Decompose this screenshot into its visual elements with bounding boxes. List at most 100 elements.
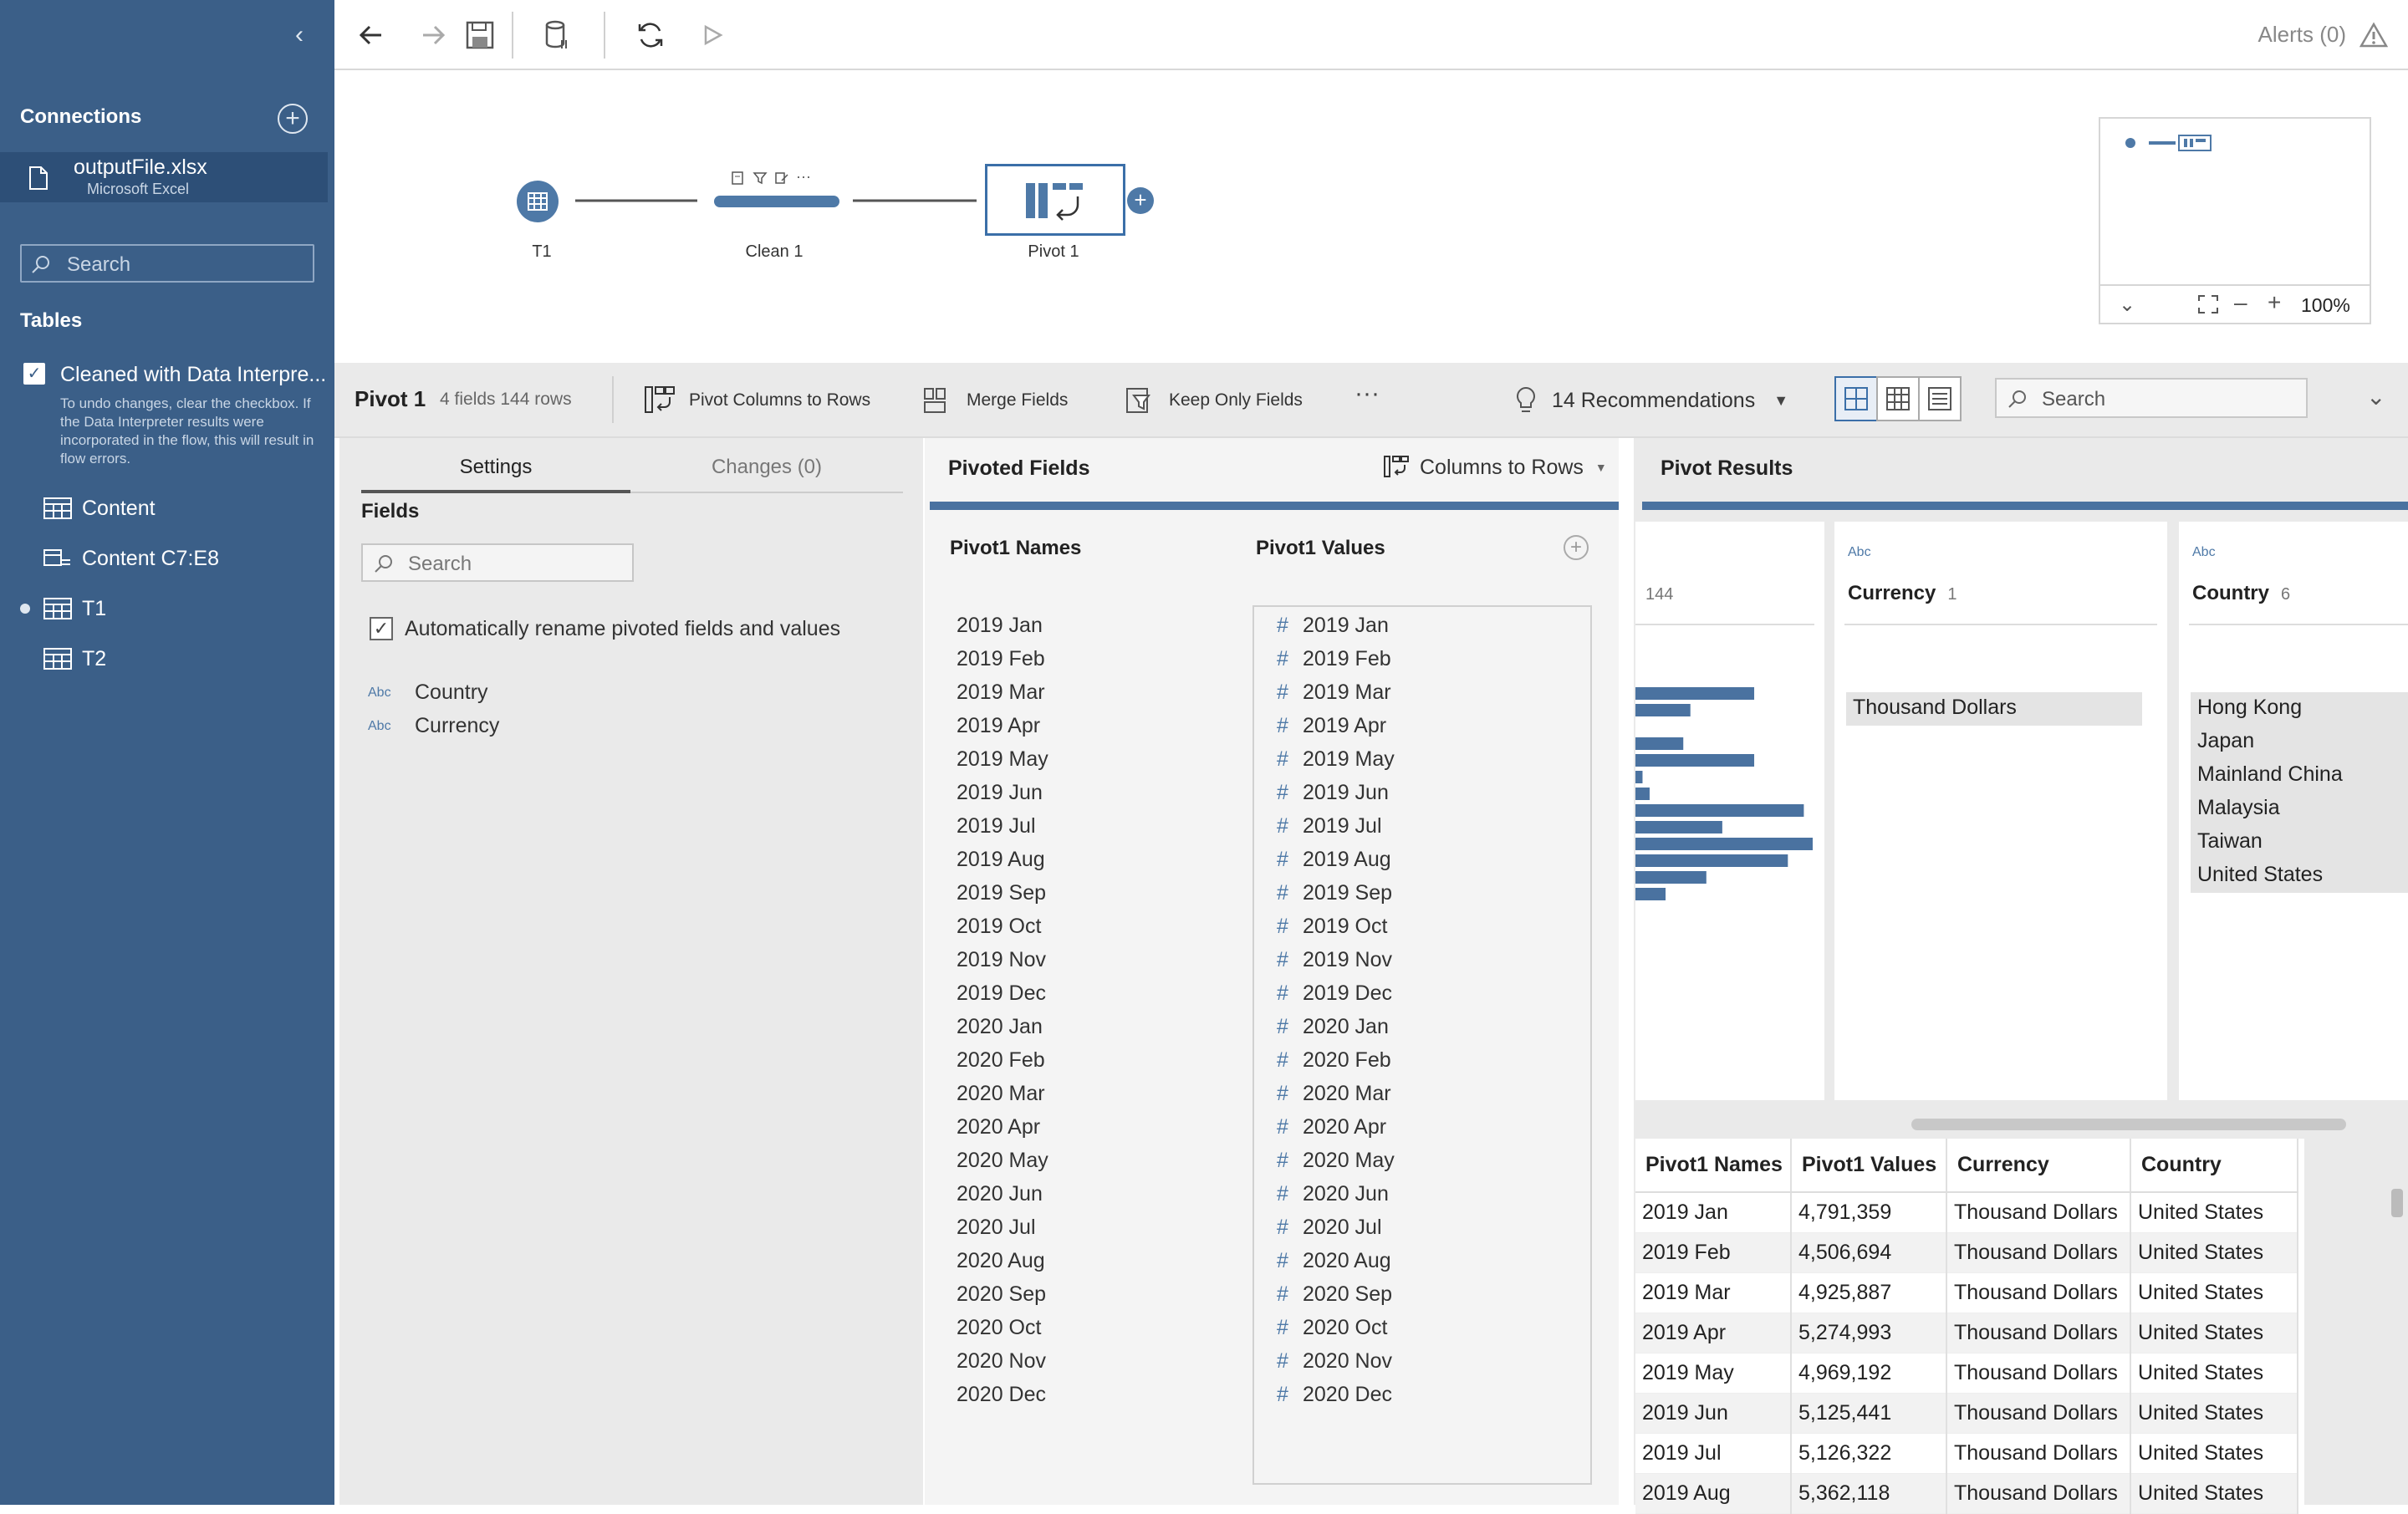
vertical-scrollbar[interactable] xyxy=(2391,1189,2403,1217)
horizontal-scrollbar[interactable] xyxy=(1911,1119,2346,1130)
profile-value[interactable]: Thousand Dollars xyxy=(1846,692,2142,726)
pivot-name-item[interactable]: 2019 Sep xyxy=(957,876,1207,910)
pivot-value-item[interactable]: #2020 Apr xyxy=(1254,1110,1590,1144)
add-connection-button[interactable]: + xyxy=(278,104,308,134)
forward-arrow-icon[interactable] xyxy=(415,17,452,54)
pivot-name-item[interactable]: 2020 Jul xyxy=(957,1211,1207,1244)
pivot-name-item[interactable]: 2020 Feb xyxy=(957,1043,1207,1077)
grid-cell[interactable]: 5,274,993 xyxy=(1791,1313,1947,1353)
profile-value[interactable]: Mainland China xyxy=(2191,759,2408,793)
field-item[interactable]: Abc Country xyxy=(368,681,488,705)
list-view-icon[interactable] xyxy=(1918,376,1962,421)
pivot-value-item[interactable]: #2020 Jun xyxy=(1254,1177,1590,1211)
save-icon[interactable] xyxy=(462,17,498,54)
data-interpreter-checkbox[interactable]: ✓ xyxy=(23,363,45,385)
pivot-value-item[interactable]: #2020 Aug xyxy=(1254,1244,1590,1277)
pivot-name-item[interactable]: 2019 Aug xyxy=(957,843,1207,876)
grid-cell[interactable]: Thousand Dollars xyxy=(1946,1192,2131,1233)
pivot-value-item[interactable]: #2020 Jul xyxy=(1254,1211,1590,1244)
step-search-input[interactable]: Search xyxy=(1995,378,2308,418)
grid-cell[interactable]: United States xyxy=(2130,1433,2298,1474)
table-row[interactable]: 2019 Apr 5,274,993 Thousand Dollars United … xyxy=(1635,1313,2298,1353)
sidebar-table-content[interactable]: Content xyxy=(43,492,156,525)
grid-cell[interactable]: United States xyxy=(2130,1353,2298,1394)
profile-value[interactable]: United States xyxy=(2191,859,2408,893)
alerts-link[interactable]: Alerts (0) xyxy=(2258,22,2346,48)
histogram-bar[interactable] xyxy=(1635,821,1722,833)
table-row[interactable]: 2019 Feb 4,506,694 Thousand Dollars United … xyxy=(1635,1232,2298,1273)
pivot-node-selected[interactable] xyxy=(985,164,1125,236)
grid-cell[interactable]: United States xyxy=(2130,1192,2298,1233)
sidebar-table-t1[interactable]: T1 xyxy=(43,592,106,625)
pivot-name-item[interactable]: 2019 Oct xyxy=(957,910,1207,943)
histogram-bar[interactable] xyxy=(1635,871,1707,884)
pivot-value-item[interactable]: #2019 May xyxy=(1254,742,1590,776)
grid-view-icon[interactable] xyxy=(1876,376,1920,421)
grid-cell[interactable]: Thousand Dollars xyxy=(1946,1313,2131,1353)
pivot-name-item[interactable]: 2020 Sep xyxy=(957,1277,1207,1311)
grid-cell[interactable]: 2019 Apr xyxy=(1635,1313,1792,1353)
grid-cell[interactable]: 2019 Jun xyxy=(1635,1393,1792,1434)
zoom-in-icon[interactable]: + xyxy=(2268,289,2281,316)
grid-cell[interactable]: 4,969,192 xyxy=(1791,1353,1947,1394)
histogram-bar[interactable] xyxy=(1635,788,1650,800)
data-source-icon[interactable] xyxy=(538,17,575,54)
pivot-value-item[interactable]: #2020 May xyxy=(1254,1144,1590,1177)
tab-changes[interactable]: Changes (0) xyxy=(630,450,903,493)
profile-value[interactable]: Hong Kong xyxy=(2191,692,2408,726)
histogram-bar[interactable] xyxy=(1635,854,1788,867)
sidebar-search-input[interactable]: Search xyxy=(20,244,314,283)
pivot-name-item[interactable]: 2019 Mar xyxy=(957,675,1207,709)
merge-fields-button[interactable]: Merge Fields xyxy=(921,381,1068,420)
grid-cell[interactable]: 4,791,359 xyxy=(1791,1192,1947,1233)
pivot-name-item[interactable]: 2020 Aug xyxy=(957,1244,1207,1277)
pivot-value-item[interactable]: #2019 Mar xyxy=(1254,675,1590,709)
minimap[interactable]: ⌄ – + 100% xyxy=(2099,117,2371,324)
histogram-bar[interactable] xyxy=(1635,771,1643,783)
connection-item[interactable]: outputFile.xlsx Microsoft Excel xyxy=(0,152,328,202)
input-node-t1[interactable] xyxy=(517,181,559,222)
collapse-sidebar-icon[interactable]: ‹ xyxy=(286,22,313,48)
profile-card-currency[interactable]: Abc Currency 1 Thousand Dollars xyxy=(1834,522,2167,1100)
histogram-bar[interactable] xyxy=(1635,804,1804,817)
pivot-name-item[interactable]: 2020 Mar xyxy=(957,1077,1207,1110)
pivot-name-item[interactable]: 2019 May xyxy=(957,742,1207,776)
grid-column-header[interactable]: Pivot1 Names xyxy=(1635,1139,1792,1193)
pivot-values-dropzone[interactable]: #2019 Jan #2019 Feb #2019 Mar #2019 Apr #201… xyxy=(1252,605,1592,1485)
pivot-value-item[interactable]: #2020 Mar xyxy=(1254,1077,1590,1110)
pivot-value-item[interactable]: #2020 Nov xyxy=(1254,1344,1590,1378)
pivot-name-item[interactable]: 2020 Nov xyxy=(957,1344,1207,1378)
refresh-icon[interactable] xyxy=(632,17,669,54)
pivot-name-item[interactable]: 2019 Jun xyxy=(957,776,1207,809)
table-row[interactable]: 2019 Aug 5,362,118 Thousand Dollars United … xyxy=(1635,1473,2298,1514)
table-row[interactable]: 2019 May 4,969,192 Thousand Dollars United … xyxy=(1635,1353,2298,1394)
grid-cell[interactable]: 2019 Aug xyxy=(1635,1473,1792,1514)
pivot-value-item[interactable]: #2019 Jan xyxy=(1254,609,1590,642)
grid-cell[interactable]: 4,506,694 xyxy=(1791,1232,1947,1273)
grid-cell[interactable]: 2019 May xyxy=(1635,1353,1792,1394)
table-row[interactable]: 2019 Mar 4,925,887 Thousand Dollars United … xyxy=(1635,1272,2298,1313)
pivot-value-item[interactable]: #2019 Nov xyxy=(1254,943,1590,976)
pivot-value-item[interactable]: #2019 Jul xyxy=(1254,809,1590,843)
pivot-name-item[interactable]: 2020 Dec xyxy=(957,1378,1207,1411)
pivot-value-item[interactable]: #2019 Apr xyxy=(1254,709,1590,742)
clean-node[interactable] xyxy=(714,196,839,207)
grid-cell[interactable]: Thousand Dollars xyxy=(1946,1433,2131,1474)
minimap-collapse-icon[interactable]: ⌄ xyxy=(2119,293,2135,317)
sidebar-table-t2[interactable]: T2 xyxy=(43,642,106,675)
pivot-value-item[interactable]: #2020 Jan xyxy=(1254,1010,1590,1043)
table-row[interactable]: 2019 Jul 5,126,322 Thousand Dollars United … xyxy=(1635,1433,2298,1474)
grid-cell[interactable]: United States xyxy=(2130,1473,2298,1514)
pivot-name-item[interactable]: 2020 Jan xyxy=(957,1010,1207,1043)
recommendations-dropdown[interactable]: 14 Recommendations ▼ xyxy=(1513,381,1788,420)
table-row[interactable]: 2019 Jun 5,125,441 Thousand Dollars United … xyxy=(1635,1393,2298,1434)
pivot-value-item[interactable]: #2019 Sep xyxy=(1254,876,1590,910)
profile-value[interactable]: Japan xyxy=(2191,726,2408,759)
pivot-value-item[interactable]: #2019 Oct xyxy=(1254,910,1590,943)
pivot-value-item[interactable]: #2020 Sep xyxy=(1254,1277,1590,1311)
pivot-value-item[interactable]: #2020 Oct xyxy=(1254,1311,1590,1344)
flow-canvas[interactable]: T1 ··· Clean 1 + Pivot 1 ⌄ – + 100% xyxy=(334,72,2408,363)
pivot-value-item[interactable]: #2020 Dec xyxy=(1254,1378,1590,1411)
pivot-value-item[interactable]: #2019 Dec xyxy=(1254,976,1590,1010)
profile-view-icon[interactable] xyxy=(1834,376,1878,421)
